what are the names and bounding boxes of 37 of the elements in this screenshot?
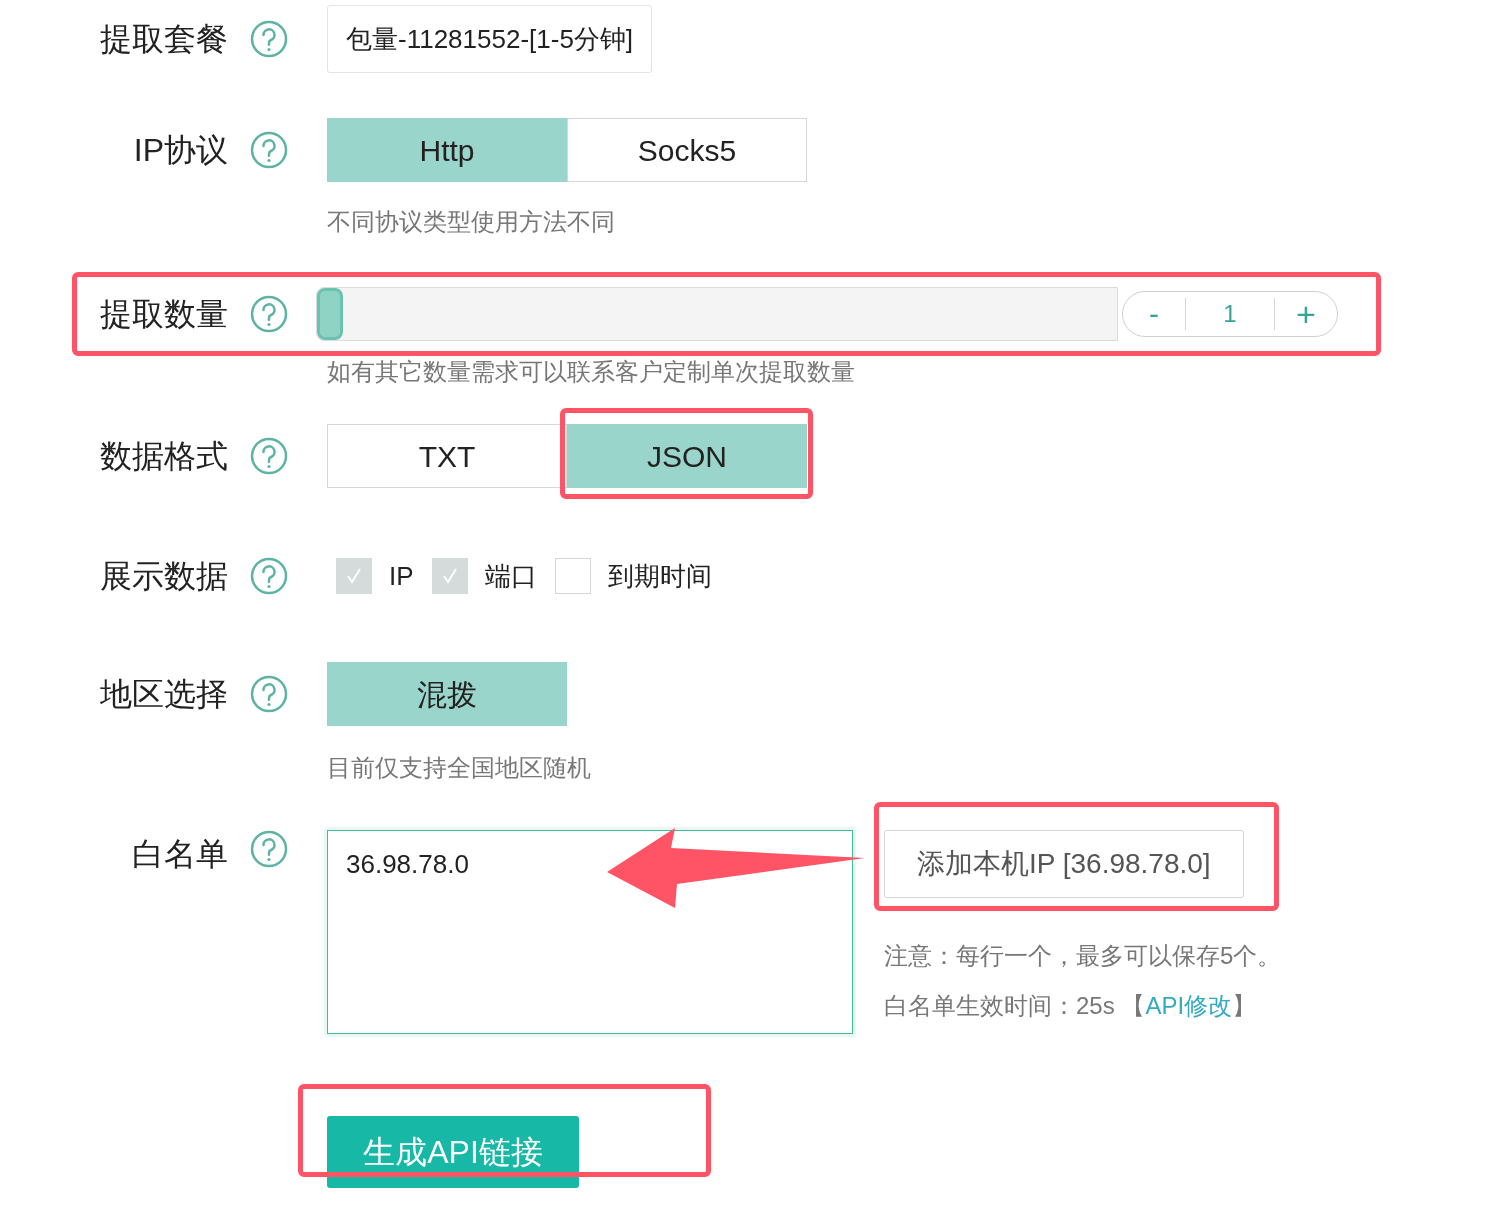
help-icon[interactable] [250,830,288,868]
help-icon[interactable] [250,437,288,475]
checkbox[interactable] [431,558,468,594]
checkbox-label: IP [389,559,414,593]
segment-option[interactable]: 混拨 [327,662,567,726]
help-icon[interactable] [250,20,288,58]
effect-time-text: 白名单生效时间：25s 【API修改】 [884,991,1258,1021]
field-label: 数据格式 [100,437,228,476]
field-label: 展示数据 [100,557,228,596]
hint-text: 不同协议类型使用方法不同 [327,207,616,237]
field-label: 提取套餐 [100,20,228,59]
hint-text: 如有其它数量需求可以联系客户定制单次提取数量 [327,357,856,387]
segment-option[interactable]: Http [327,118,567,182]
hint-text: 目前仅支持全国地区随机 [327,753,592,783]
checkbox[interactable] [336,558,372,594]
field-label: IP协议 [133,131,228,170]
help-icon[interactable] [250,131,288,169]
segment-option[interactable]: TXT [327,424,567,488]
note-text: 注意：每行一个，最多可以保存5个。 [884,941,1282,971]
help-icon[interactable] [250,295,288,333]
help-icon[interactable] [250,557,288,595]
check-icon [440,567,459,585]
slider-thumb[interactable] [317,288,343,340]
field-label: 地区选择 [100,675,228,714]
whitelist-textarea[interactable]: 36.98.78.0 [327,830,853,1034]
segment-option[interactable]: Socks5 [567,118,807,182]
field-label: 白名单 [132,835,228,874]
checkbox[interactable] [554,558,591,594]
check-icon [345,567,363,585]
add-local-ip-button[interactable]: 添加本机IP [36.98.78.0] [884,830,1244,898]
package-field[interactable]: 包量-11281552-[1-5分钟] [327,5,653,73]
help-icon[interactable] [250,675,288,713]
checkbox-label: 到期时间 [607,559,712,593]
checkbox-label: 端口 [484,559,537,593]
field-label: 提取数量 [100,295,228,334]
segment-option[interactable]: JSON [567,424,807,488]
stepper-value: 1 [1222,299,1238,329]
